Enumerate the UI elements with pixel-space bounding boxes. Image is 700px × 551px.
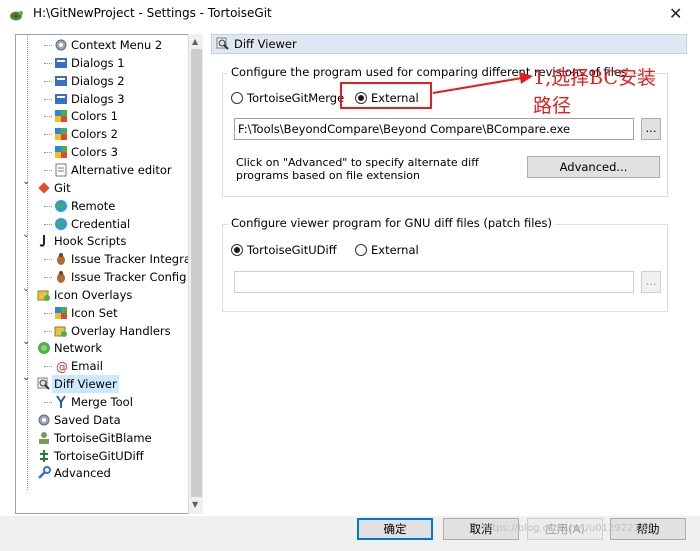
ok-button[interactable]: 确定 [357, 518, 433, 540]
annotation-text: 1,选择BC安装 路径 [533, 67, 656, 117]
overlay-icon [37, 290, 50, 301]
tree-item-label: Issue Tracker Config [71, 270, 187, 285]
bug-icon [57, 253, 65, 266]
hook-icon [39, 235, 45, 247]
tree-item-label: Icon Set [71, 305, 118, 320]
tree-item-label: Hook Scripts [54, 234, 127, 249]
tree-item-label: Network [54, 341, 103, 356]
tree-item-label: Issue Tracker Integrati [71, 252, 199, 267]
merge-icon [56, 395, 66, 408]
tree-connector [44, 223, 52, 225]
tree-item-label: Credential [71, 216, 131, 231]
radio-dot[interactable] [355, 244, 367, 256]
radio-dot-selected[interactable] [231, 244, 243, 256]
patch-viewer-group [222, 224, 668, 312]
tree-connector [44, 277, 52, 279]
tree-item-label: Advanced [54, 466, 111, 481]
email-icon: @ [56, 360, 68, 373]
tree-connector [44, 205, 52, 207]
patch-group-caption: Configure viewer program for GNU diff fi… [228, 216, 555, 230]
gear-icon [38, 414, 50, 426]
patch-browse-button[interactable]: ... [641, 271, 661, 293]
tree-item-label: Saved Data [54, 412, 121, 427]
scroll-down-icon[interactable]: ▼ [192, 500, 198, 509]
tree-item-label: TortoiseGitBlame [54, 430, 152, 445]
tree-item-label: Merge Tool [71, 395, 133, 409]
tree-connector [44, 366, 52, 368]
magnifier-icon [37, 377, 50, 390]
patch-viewer-path-input[interactable] [234, 271, 634, 293]
tree-item-label: Overlay Handlers [71, 323, 171, 338]
wrench-icon [38, 466, 51, 480]
tree-connector [44, 330, 52, 332]
tree-connector [44, 259, 52, 261]
tree-item-label: TortoiseGitUDiff [54, 448, 144, 463]
svg-text:@: @ [56, 360, 68, 373]
palette-icon [55, 306, 67, 319]
tree-connector [44, 402, 52, 403]
udiff-icon [40, 449, 48, 462]
tree-connector [44, 312, 52, 314]
watermark: https://blog.csdn.net/u012922189 [482, 523, 653, 534]
bug-icon [57, 271, 65, 284]
globe-icon [55, 217, 67, 230]
overlay-icon [54, 326, 67, 337]
tree-item-label: Email [71, 359, 103, 374]
globe-icon [55, 199, 67, 212]
tree-item-label: Icon Overlays [54, 287, 133, 302]
tree-item-label: Diff Viewer [52, 375, 119, 394]
network-icon [38, 342, 50, 355]
blame-icon [39, 431, 49, 444]
